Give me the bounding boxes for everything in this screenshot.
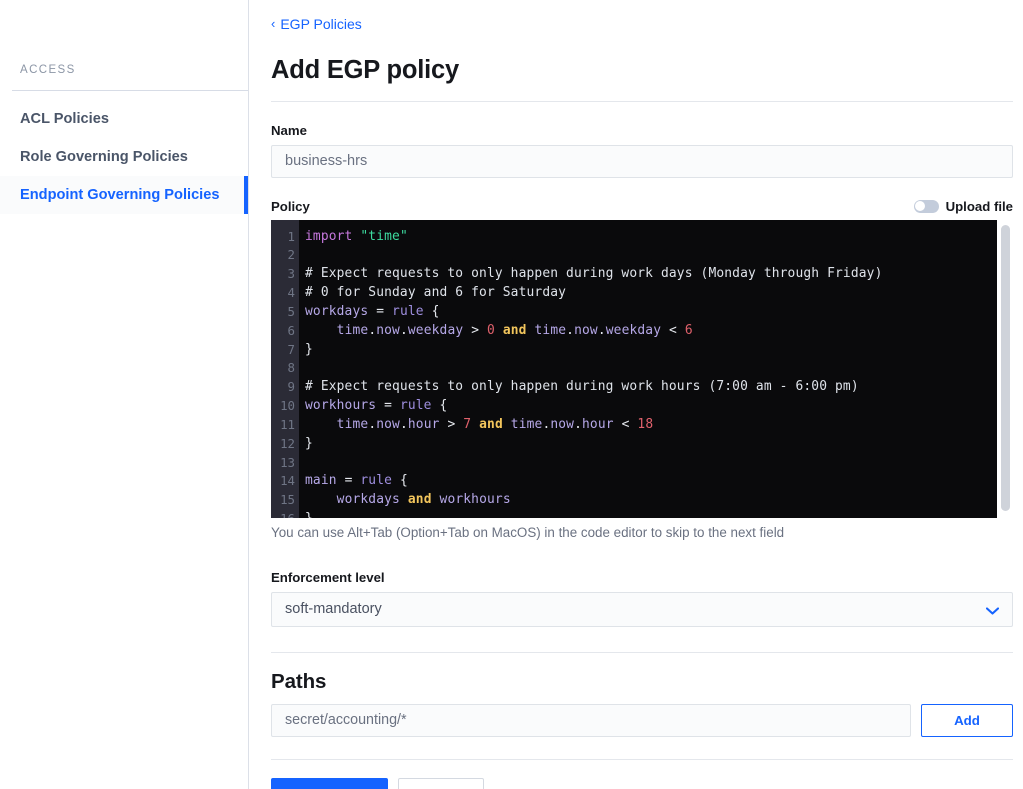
name-input[interactable] (271, 144, 1013, 178)
editor-code-line: workdays = rule { (305, 303, 440, 319)
editor-code-line: # 0 for Sunday and 6 for Saturday (305, 285, 567, 301)
title-divider (271, 100, 1013, 102)
editor-code-area[interactable]: import "time" # Expect requests to only … (299, 220, 1013, 518)
sidebar: ACCESS ACL Policies Role Governing Polic… (0, 0, 249, 789)
form-actions: Create Policy Cancel (271, 777, 1007, 789)
footer-divider (271, 758, 1013, 760)
paths-title: Paths (271, 669, 327, 693)
paths-input[interactable] (271, 703, 911, 737)
upload-file-toggle[interactable]: Upload file (913, 198, 1013, 214)
cancel-button[interactable]: Cancel (397, 777, 484, 789)
editor-code-line: } (305, 435, 313, 451)
editor-code-line (305, 246, 1013, 265)
sidebar-nav: ACL Policies Role Governing Policies End… (0, 100, 248, 214)
sidebar-section-heading: ACCESS (20, 64, 76, 76)
editor-line-numbers: 12345678910111213141516 (271, 219, 299, 518)
toggle-switch-icon[interactable] (913, 199, 939, 213)
editor-code-line: main = rule { (305, 473, 408, 489)
editor-line-number: 11 (280, 416, 295, 432)
editor-line-number: 16 (271, 510, 299, 517)
editor-line-number: 2 (287, 247, 295, 263)
enforcement-select-wrap: advisorysoft-mandatoryhard-mandatory (271, 591, 1013, 627)
editor-code-line: } (305, 510, 1013, 517)
policy-header-row: Policy Upload file (271, 199, 1013, 214)
editor-line-number: 6 (287, 322, 295, 338)
editor-code-line (305, 359, 1013, 378)
editor-line-number: 7 (287, 341, 295, 357)
editor-code-line: # Expect requests to only happen during … (305, 379, 859, 395)
editor-scrollbar[interactable] (997, 219, 1013, 518)
editor-code-line: time.now.hour > 7 and time.now.hour < 18 (336, 416, 654, 432)
sidebar-divider (12, 90, 248, 91)
editor-line-number: 12 (280, 435, 295, 451)
editor-line-number: 9 (287, 379, 295, 395)
breadcrumb[interactable]: ‹ EGP Policies (271, 16, 362, 32)
editor-line-number: 15 (280, 492, 295, 508)
enforcement-level-select[interactable]: advisorysoft-mandatoryhard-mandatory (271, 591, 1013, 627)
enforcement-level-label: Enforcement level (271, 569, 385, 585)
name-label: Name (271, 122, 307, 138)
editor-code-line: workdays and workhours (336, 492, 511, 508)
editor-code-line: workhours = rule { (305, 398, 448, 414)
add-path-button[interactable]: Add (921, 703, 1013, 737)
editor-code-line: # Expect requests to only happen during … (305, 266, 883, 282)
breadcrumb-label: EGP Policies (280, 16, 362, 32)
editor-code-line: } (305, 341, 313, 357)
upload-file-label: Upload file (945, 198, 1013, 214)
paths-section-divider (271, 651, 1013, 653)
editor-line-number: 13 (280, 454, 295, 470)
editor-line-number: 4 (287, 285, 295, 301)
chevron-left-icon: ‹ (271, 15, 276, 31)
paths-row: Add (271, 703, 1013, 737)
editor-line-number: 14 (280, 473, 295, 489)
sidebar-item-role-governing-policies[interactable]: Role Governing Policies (0, 138, 248, 176)
editor-code-line: time.now.weekday > 0 and time.now.weekda… (336, 322, 693, 338)
editor-code-line: import "time" (305, 228, 408, 244)
app-root: ACCESS ACL Policies Role Governing Polic… (0, 0, 1023, 789)
editor-line-number: 1 (287, 228, 295, 244)
toggle-knob (915, 201, 926, 211)
editor-code-line (305, 454, 1013, 473)
editor-line-number: 5 (287, 303, 295, 319)
editor-hint-text: You can use Alt+Tab (Option+Tab on MacOS… (271, 524, 785, 540)
policy-label: Policy (271, 198, 310, 214)
create-policy-button[interactable]: Create Policy (271, 777, 388, 789)
editor-line-number: 8 (287, 360, 295, 376)
policy-code-editor[interactable]: 12345678910111213141516 import "time" # … (271, 219, 1013, 518)
sidebar-item-endpoint-governing-policies[interactable]: Endpoint Governing Policies (0, 176, 248, 214)
editor-scrollbar-thumb[interactable] (1000, 224, 1010, 511)
page-title: Add EGP policy (271, 55, 460, 84)
sidebar-item-acl-policies[interactable]: ACL Policies (0, 100, 248, 138)
editor-line-number: 10 (280, 398, 295, 414)
main-content: ‹ EGP Policies Add EGP policy Name Polic… (249, 0, 1023, 789)
editor-line-number: 3 (287, 266, 295, 282)
